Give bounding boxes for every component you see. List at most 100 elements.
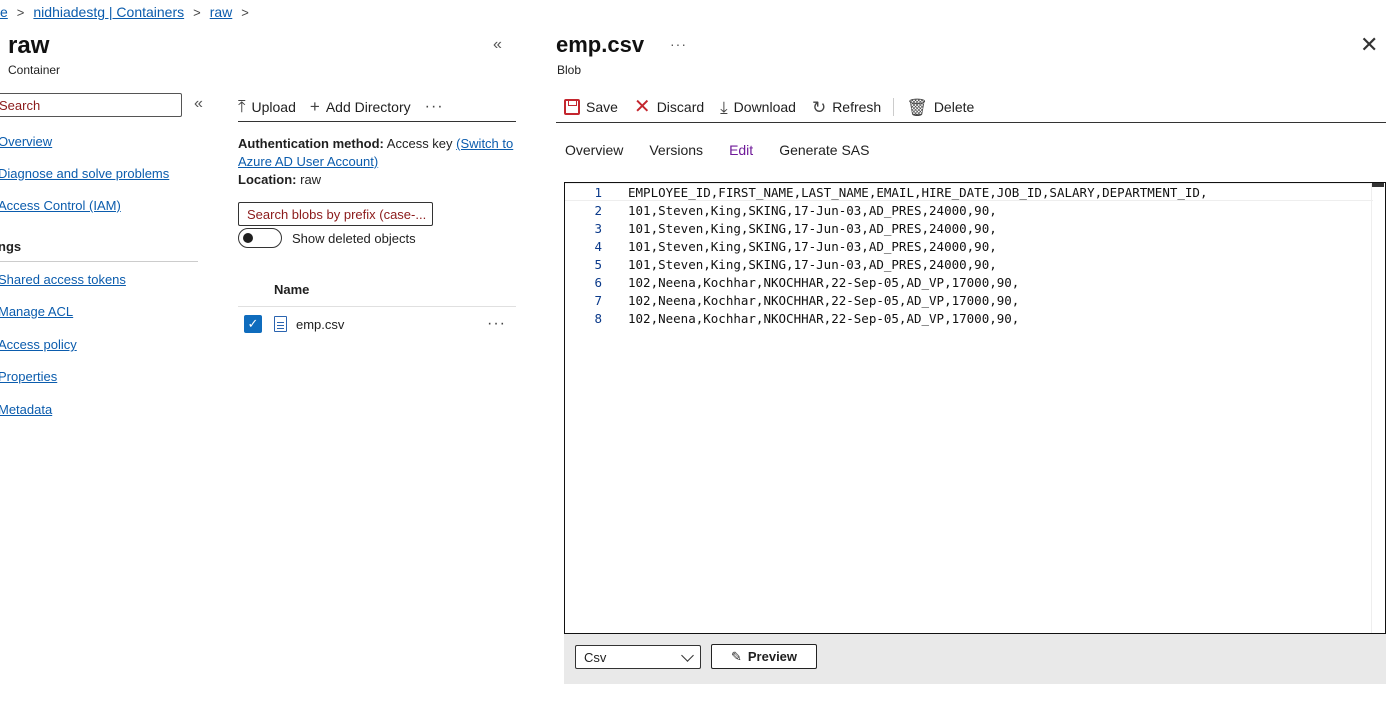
nav-item-diagnose[interactable]: Diagnose and solve problems — [0, 166, 169, 181]
format-select[interactable]: Csv — [575, 645, 701, 669]
nav-section-settings: ngs — [0, 239, 22, 254]
row-checkbox[interactable]: ✓ — [244, 315, 262, 333]
save-icon — [564, 99, 580, 115]
nav-item-access-policy[interactable]: Access policy — [0, 337, 77, 352]
save-button[interactable]: Save — [564, 99, 618, 115]
editor-line[interactable]: 5 101,Steven,King,SKING,17-Jun-03,AD_PRE… — [565, 255, 1373, 273]
line-number: 7 — [594, 292, 602, 308]
nav-search-input[interactable]: Search — [0, 93, 182, 117]
blob-toolbar: Save ✕ Discard ⤓ Download ↻ Refresh 🗑 De… — [556, 92, 1386, 123]
preview-label: Preview — [747, 649, 798, 664]
delete-button[interactable]: 🗑 Delete — [906, 99, 974, 116]
line-number: 1 — [594, 184, 602, 200]
auth-method-value: Access key — [386, 136, 453, 151]
table-row[interactable]: ✓ emp.csv ··· — [238, 312, 516, 336]
nav-item-metadata[interactable]: Metadata — [0, 402, 52, 417]
download-icon: ⤓ — [720, 97, 728, 117]
nav-item-overview[interactable]: Overview — [0, 134, 52, 149]
editor-line[interactable]: 8 102,Neena,Kochhar,NKOCHHAR,22-Sep-05,A… — [565, 309, 1373, 327]
line-text[interactable]: EMPLOYEE_ID,FIRST_NAME,LAST_NAME,EMAIL,H… — [628, 185, 1207, 200]
refresh-label: Refresh — [832, 99, 882, 115]
auth-info: Authentication method: Access key (Switc… — [238, 135, 520, 189]
nav-item-manage-acl[interactable]: Manage ACL — [0, 304, 73, 319]
editor-line[interactable]: 2 101,Steven,King,SKING,17-Jun-03,AD_PRE… — [565, 201, 1373, 219]
auth-method-label: Authentication method: — [238, 136, 384, 151]
add-directory-label: Add Directory — [325, 98, 411, 115]
upload-icon: ⤒ — [238, 97, 246, 116]
editor-line[interactable]: 3 101,Steven,King,SKING,17-Jun-03,AD_PRE… — [565, 219, 1373, 237]
line-number: 8 — [594, 310, 602, 326]
blob-prefix-search-input[interactable]: Search blobs by prefix (case-... — [238, 202, 433, 226]
nav-divider — [0, 261, 198, 262]
line-text[interactable]: 102,Neena,Kochhar,NKOCHHAR,22-Sep-05,AD_… — [628, 311, 1019, 326]
line-text[interactable]: 101,Steven,King,SKING,17-Jun-03,AD_PRES,… — [628, 203, 997, 218]
blob-more-icon[interactable]: ··· — [670, 36, 687, 52]
nav-item-shared-access-tokens[interactable]: Shared access tokens — [0, 272, 126, 287]
refresh-icon: ↻ — [811, 97, 827, 117]
upload-label: Upload — [251, 98, 296, 115]
upload-button[interactable]: ⤒ Upload — [238, 98, 296, 115]
more-options-icon[interactable]: ··· — [425, 98, 444, 116]
nav-item-properties[interactable]: Properties — [0, 369, 57, 384]
breadcrumb: e > nidhiadestg | Containers > raw > — [0, 2, 258, 22]
location-label: Location: — [238, 172, 297, 187]
tab-edit[interactable]: Edit — [729, 142, 753, 162]
container-title: raw — [8, 32, 50, 59]
line-text[interactable]: 101,Steven,King,SKING,17-Jun-03,AD_PRES,… — [628, 239, 997, 254]
container-subtitle: Container — [8, 63, 61, 77]
row-more-icon[interactable]: ··· — [487, 315, 506, 333]
discard-icon: ✕ — [633, 96, 651, 118]
line-number: 4 — [594, 238, 602, 254]
container-toolbar: ⤒ Upload + Add Directory ··· — [238, 92, 516, 122]
line-text[interactable]: 102,Neena,Kochhar,NKOCHHAR,22-Sep-05,AD_… — [628, 275, 1019, 290]
toolbar-separator — [893, 98, 895, 116]
show-deleted-toggle[interactable] — [238, 228, 282, 248]
toggle-knob — [243, 233, 253, 243]
chevron-right-icon: > — [241, 4, 249, 20]
close-icon[interactable]: ✕ — [1360, 34, 1378, 56]
trash-icon: 🗑 — [906, 97, 928, 117]
tab-versions[interactable]: Versions — [649, 142, 703, 162]
line-text[interactable]: 102,Neena,Kochhar,NKOCHHAR,22-Sep-05,AD_… — [628, 293, 1019, 308]
delete-label: Delete — [933, 99, 975, 115]
chevron-down-icon — [681, 649, 694, 662]
download-label: Download — [733, 99, 796, 115]
discard-label: Discard — [656, 99, 705, 115]
line-text[interactable]: 101,Steven,King,SKING,17-Jun-03,AD_PRES,… — [628, 257, 997, 272]
location-value: raw — [300, 172, 322, 187]
editor-line[interactable]: 4 101,Steven,King,SKING,17-Jun-03,AD_PRE… — [565, 237, 1373, 255]
nav-item-access-control[interactable]: Access Control (IAM) — [0, 198, 121, 213]
discard-button[interactable]: ✕ Discard — [634, 97, 704, 117]
editor-line[interactable]: 6 102,Neena,Kochhar,NKOCHHAR,22-Sep-05,A… — [565, 273, 1373, 291]
code-editor[interactable]: 1 EMPLOYEE_ID,FIRST_NAME,LAST_NAME,EMAIL… — [564, 182, 1386, 634]
show-deleted-label: Show deleted objects — [292, 230, 416, 246]
add-directory-button[interactable]: + Add Directory — [310, 98, 411, 115]
file-name[interactable]: emp.csv — [296, 317, 344, 332]
breadcrumb-containers-link[interactable]: nidhiadestg | Containers — [33, 4, 184, 20]
file-icon — [274, 316, 287, 332]
chevron-right-icon: > — [16, 4, 25, 20]
download-button[interactable]: ⤓ Download — [720, 99, 796, 116]
column-header-name[interactable]: Name — [274, 282, 309, 297]
tab-generate-sas[interactable]: Generate SAS — [779, 142, 869, 162]
editor-line[interactable]: 7 102,Neena,Kochhar,NKOCHHAR,22-Sep-05,A… — [565, 291, 1373, 309]
refresh-button[interactable]: ↻ Refresh — [812, 99, 881, 116]
show-deleted-toggle-row: Show deleted objects — [238, 228, 416, 248]
breadcrumb-home-link[interactable]: e — [0, 4, 8, 20]
double-chevron-left-icon[interactable]: « — [194, 95, 203, 113]
editor-scrollbar[interactable] — [1371, 183, 1385, 633]
blob-subtitle: Blob — [557, 63, 582, 77]
save-label: Save — [586, 99, 618, 115]
blob-tabs: Overview Versions Edit Generate SAS — [565, 142, 869, 162]
breadcrumb-raw-link[interactable]: raw — [210, 4, 233, 20]
line-number: 5 — [594, 256, 602, 272]
line-text[interactable]: 101,Steven,King,SKING,17-Jun-03,AD_PRES,… — [628, 221, 997, 236]
blob-title: emp.csv — [556, 32, 645, 57]
line-number: 6 — [594, 274, 602, 290]
pencil-icon: ✎ — [730, 648, 742, 664]
tab-overview[interactable]: Overview — [565, 142, 623, 162]
double-chevron-left-icon[interactable]: « — [493, 36, 502, 54]
preview-button[interactable]: ✎ Preview — [711, 644, 817, 669]
editor-line[interactable]: 1 EMPLOYEE_ID,FIRST_NAME,LAST_NAME,EMAIL… — [565, 183, 1373, 201]
line-number: 3 — [594, 220, 602, 236]
